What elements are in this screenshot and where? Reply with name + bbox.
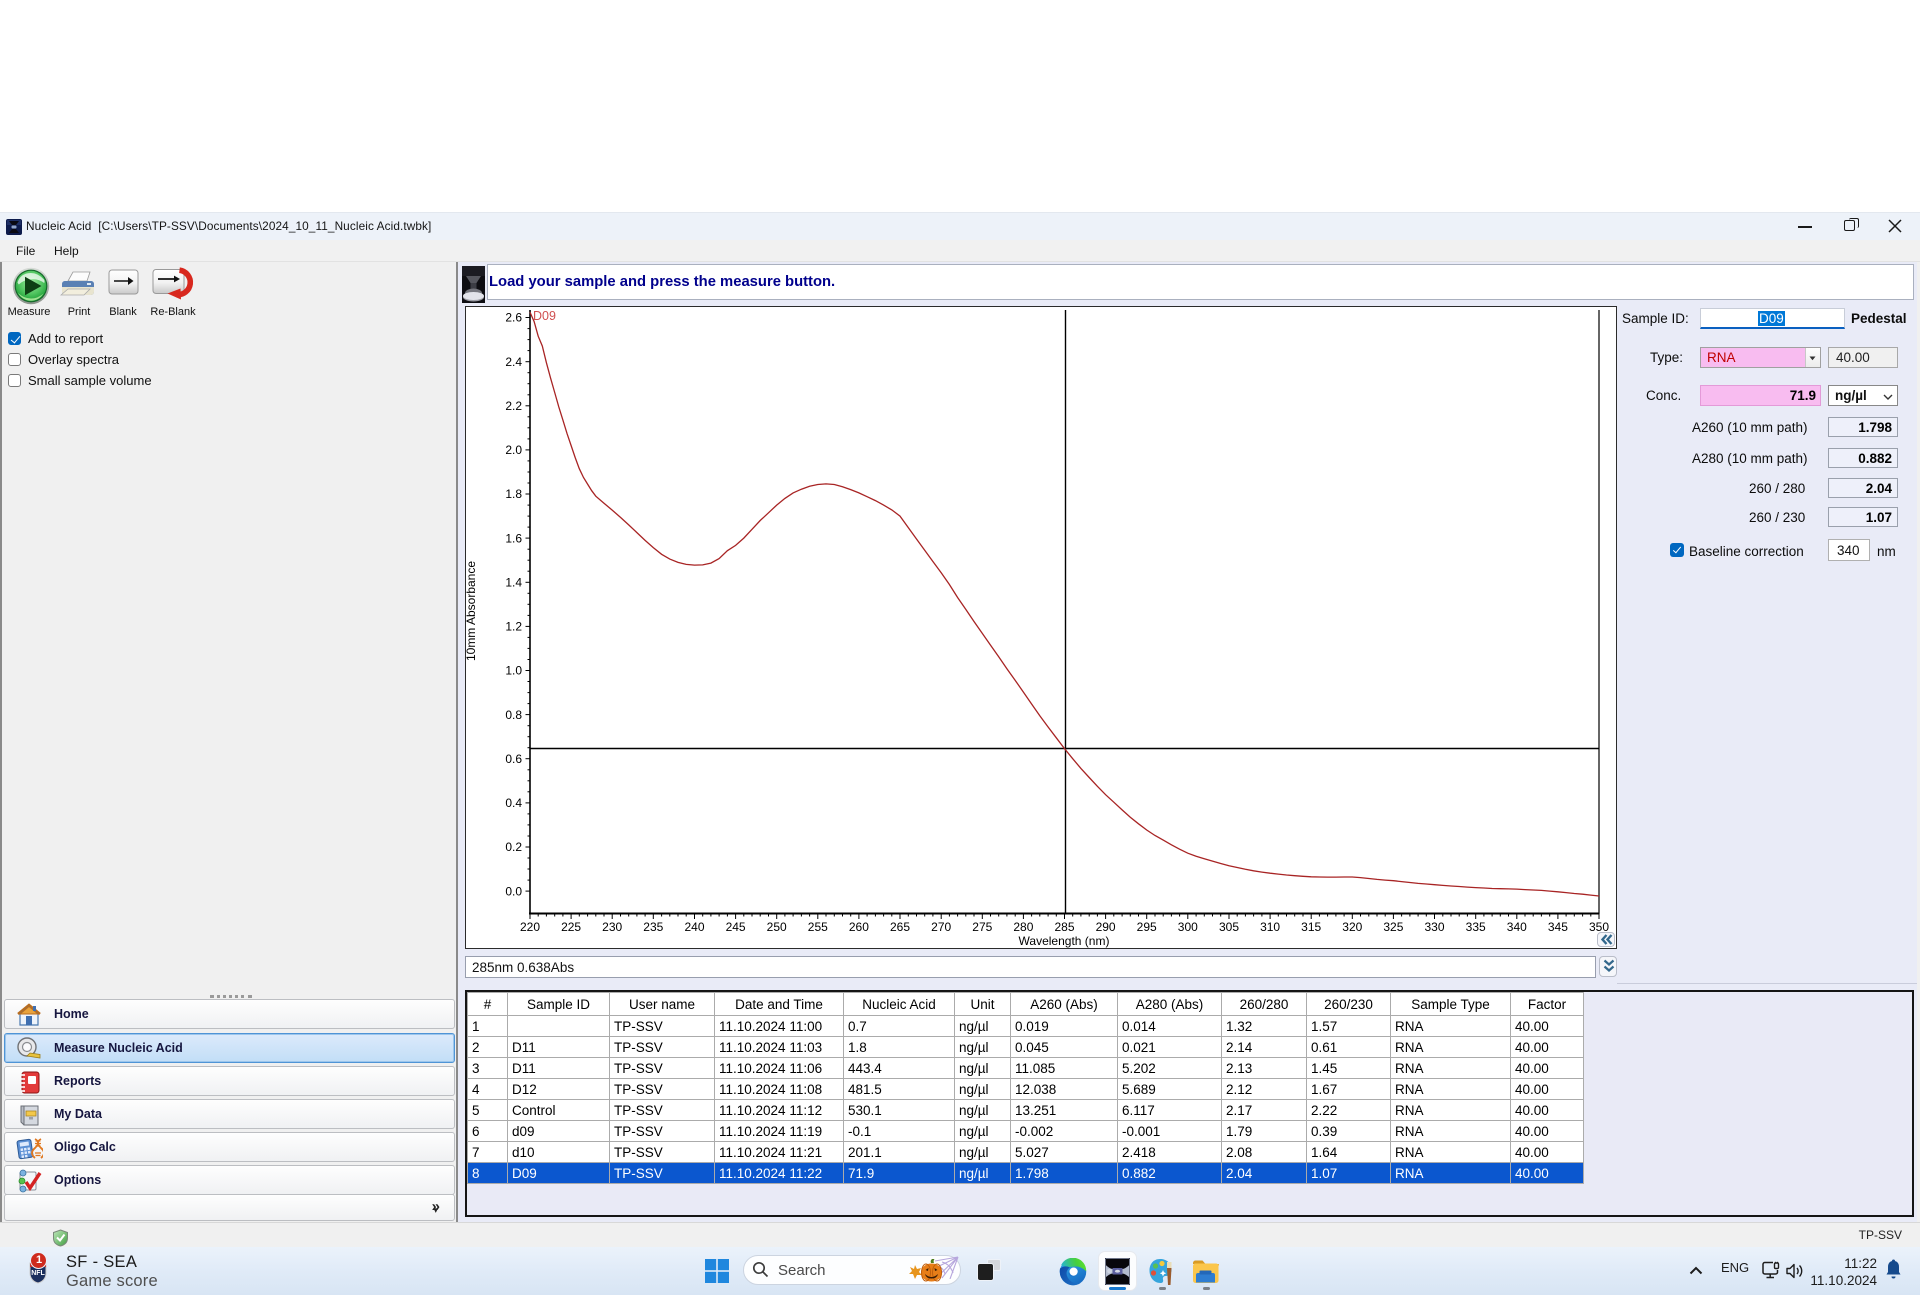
svg-text:1.6: 1.6 [505,531,522,545]
svg-text:10mm Absorbance: 10mm Absorbance [466,561,478,661]
svg-text:290: 290 [1096,920,1116,934]
svg-text:2.4: 2.4 [505,355,522,369]
svg-text:0.2: 0.2 [505,840,522,854]
svg-text:240: 240 [684,920,704,934]
svg-text:1.2: 1.2 [505,620,522,634]
svg-text:2.0: 2.0 [505,443,522,457]
svg-text:1.4: 1.4 [505,576,522,590]
svg-text:245: 245 [726,920,746,934]
svg-text:315: 315 [1301,920,1321,934]
svg-text:300: 300 [1178,920,1198,934]
svg-text:2.6: 2.6 [505,311,522,325]
svg-text:Wavelength (nm): Wavelength (nm) [1019,934,1110,948]
svg-text:265: 265 [890,920,910,934]
svg-text:320: 320 [1342,920,1362,934]
svg-text:0.0: 0.0 [505,884,522,898]
svg-text:295: 295 [1137,920,1157,934]
svg-text:1.0: 1.0 [505,664,522,678]
svg-text:235: 235 [643,920,663,934]
svg-text:270: 270 [931,920,951,934]
svg-text:220: 220 [520,920,540,934]
svg-text:0.8: 0.8 [505,708,522,722]
svg-text:325: 325 [1383,920,1403,934]
svg-text:250: 250 [767,920,787,934]
svg-text:2.2: 2.2 [505,399,522,413]
svg-text:D09: D09 [533,309,556,323]
svg-text:330: 330 [1424,920,1444,934]
svg-text:255: 255 [808,920,828,934]
svg-text:335: 335 [1466,920,1486,934]
svg-text:1.8: 1.8 [505,487,522,501]
svg-text:280: 280 [1013,920,1033,934]
svg-text:340: 340 [1507,920,1527,934]
svg-text:275: 275 [972,920,992,934]
svg-text:230: 230 [602,920,622,934]
svg-text:285: 285 [1054,920,1074,934]
svg-text:0.6: 0.6 [505,752,522,766]
svg-text:225: 225 [561,920,581,934]
svg-text:260: 260 [849,920,869,934]
svg-text:345: 345 [1548,920,1568,934]
svg-text:NFL: NFL [31,1270,45,1277]
svg-text:310: 310 [1260,920,1280,934]
svg-text:305: 305 [1219,920,1239,934]
svg-text:0.4: 0.4 [505,796,522,810]
